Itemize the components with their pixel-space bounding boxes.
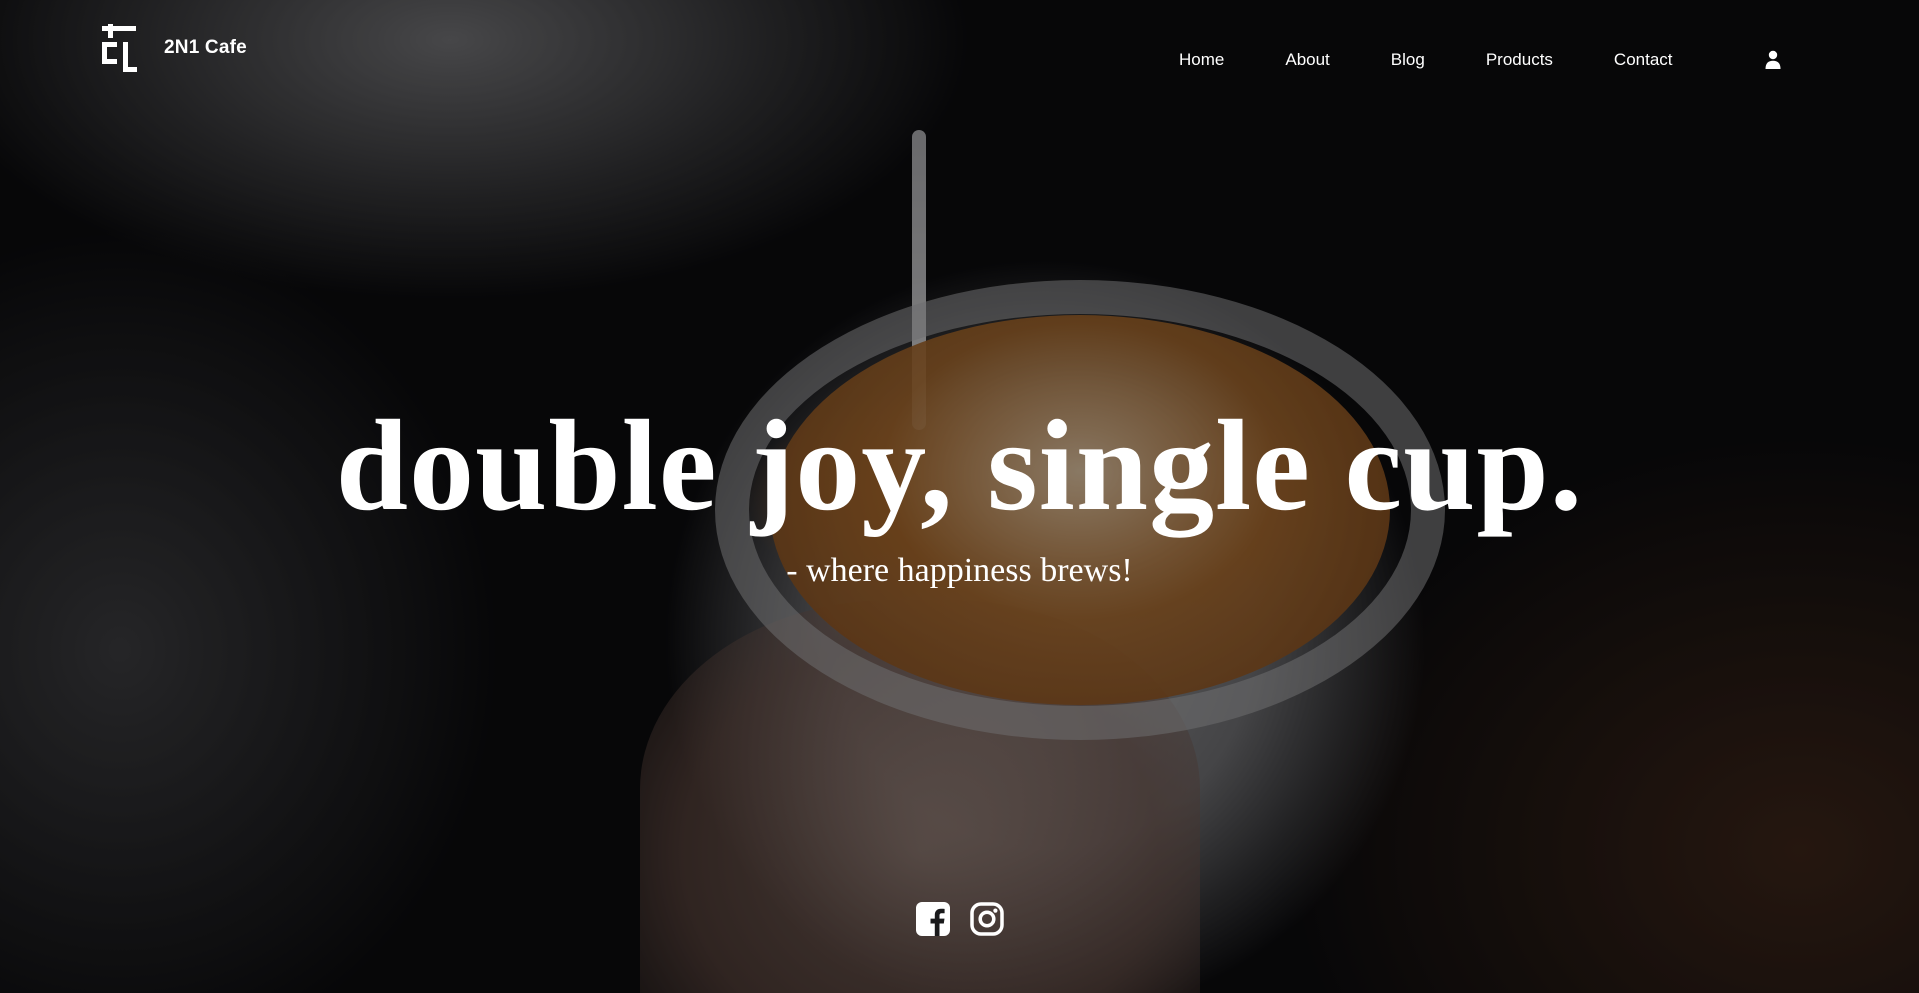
- hero-headline: double joy, single cup.: [335, 394, 1584, 538]
- facebook-icon[interactable]: [915, 901, 951, 937]
- hero-content: 2N1 Cafe Home About Blog Products Contac…: [0, 0, 1919, 993]
- nav-link-about[interactable]: About: [1285, 50, 1329, 70]
- logo-icon: [100, 24, 140, 72]
- instagram-icon[interactable]: [969, 901, 1005, 937]
- nav-link-contact[interactable]: Contact: [1614, 50, 1673, 70]
- nav-link-home[interactable]: Home: [1179, 50, 1224, 70]
- nav-link-blog[interactable]: Blog: [1391, 50, 1425, 70]
- hero-tagline: - where happiness brews!: [786, 552, 1133, 589]
- user-icon[interactable]: [1764, 50, 1782, 70]
- nav-link-products[interactable]: Products: [1486, 50, 1553, 70]
- hero-section: 2N1 Cafe Home About Blog Products Contac…: [0, 0, 1919, 993]
- main-nav: Home About Blog Products Contact: [1179, 50, 1673, 70]
- social-links: [915, 901, 1005, 937]
- brand-logo-link[interactable]: 2N1 Cafe: [100, 24, 247, 72]
- brand-name: 2N1 Cafe: [164, 37, 247, 58]
